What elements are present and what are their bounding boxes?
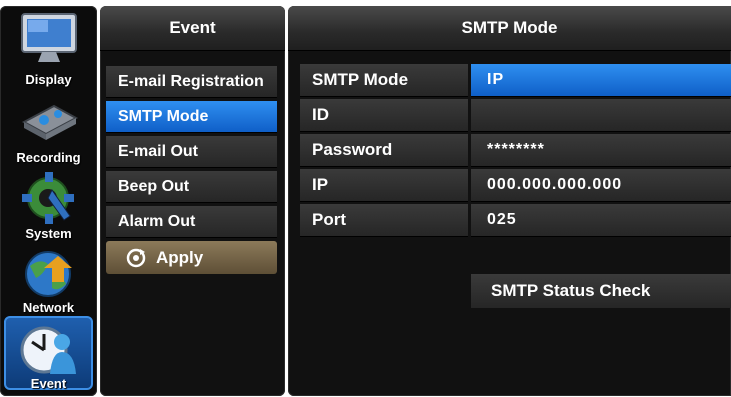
smtp-status-check-button[interactable]: SMTP Status Check: [471, 274, 731, 308]
category-sidebar: Display Recording System Network Event: [0, 6, 97, 396]
apply-label: Apply: [156, 247, 204, 267]
category-label: Recording: [16, 150, 81, 165]
category-recording[interactable]: Recording: [4, 92, 93, 168]
field-label: Port: [300, 204, 468, 237]
category-network[interactable]: Network: [4, 248, 93, 320]
category-label: Event: [30, 376, 67, 391]
display-icon: [20, 13, 77, 62]
field-label: SMTP Mode: [300, 64, 468, 97]
field-label: Password: [300, 134, 468, 167]
field-row-smtp-mode: SMTP Mode IP: [300, 64, 731, 97]
network-globe-icon: [24, 251, 72, 297]
recording-icon: [21, 104, 78, 140]
menu-item-email-out[interactable]: E-mail Out: [106, 136, 277, 168]
field-row-id: ID: [300, 99, 731, 132]
password-input[interactable]: ********: [471, 134, 731, 167]
menu-item-beep-out[interactable]: Beep Out: [106, 171, 277, 203]
category-display[interactable]: Display: [4, 10, 93, 90]
field-row-ip: IP 000.000.000.000: [300, 169, 731, 202]
menu-item-email-registration[interactable]: E-mail Registration: [106, 66, 277, 98]
category-label: Display: [25, 72, 72, 87]
field-row-port: Port 025: [300, 204, 731, 237]
ip-input[interactable]: 000.000.000.000: [471, 169, 731, 202]
event-menu-panel: Event E-mail Registration SMTP Mode E-ma…: [100, 6, 285, 396]
field-row-password: Password ********: [300, 134, 731, 167]
page-title: SMTP Mode: [288, 6, 731, 51]
category-label: Network: [22, 300, 75, 315]
id-input[interactable]: [471, 99, 731, 132]
field-label: ID: [300, 99, 468, 132]
port-input[interactable]: 025: [471, 204, 731, 237]
category-event[interactable]: Event: [4, 316, 93, 391]
system-gear-icon: [21, 172, 74, 224]
apply-refresh-icon: [126, 248, 146, 267]
smtp-mode-select[interactable]: IP: [471, 64, 731, 97]
category-system[interactable]: System: [4, 170, 93, 246]
event-clock-icon: [20, 326, 76, 374]
field-label: IP: [300, 169, 468, 202]
category-label: System: [25, 226, 72, 241]
menu-title: Event: [100, 6, 285, 51]
apply-button[interactable]: Apply: [106, 241, 277, 274]
menu-item-alarm-out[interactable]: Alarm Out: [106, 206, 277, 238]
smtp-settings-panel: SMTP Mode SMTP Mode IP ID Password *****…: [288, 6, 731, 396]
menu-item-smtp-mode[interactable]: SMTP Mode: [106, 101, 277, 133]
